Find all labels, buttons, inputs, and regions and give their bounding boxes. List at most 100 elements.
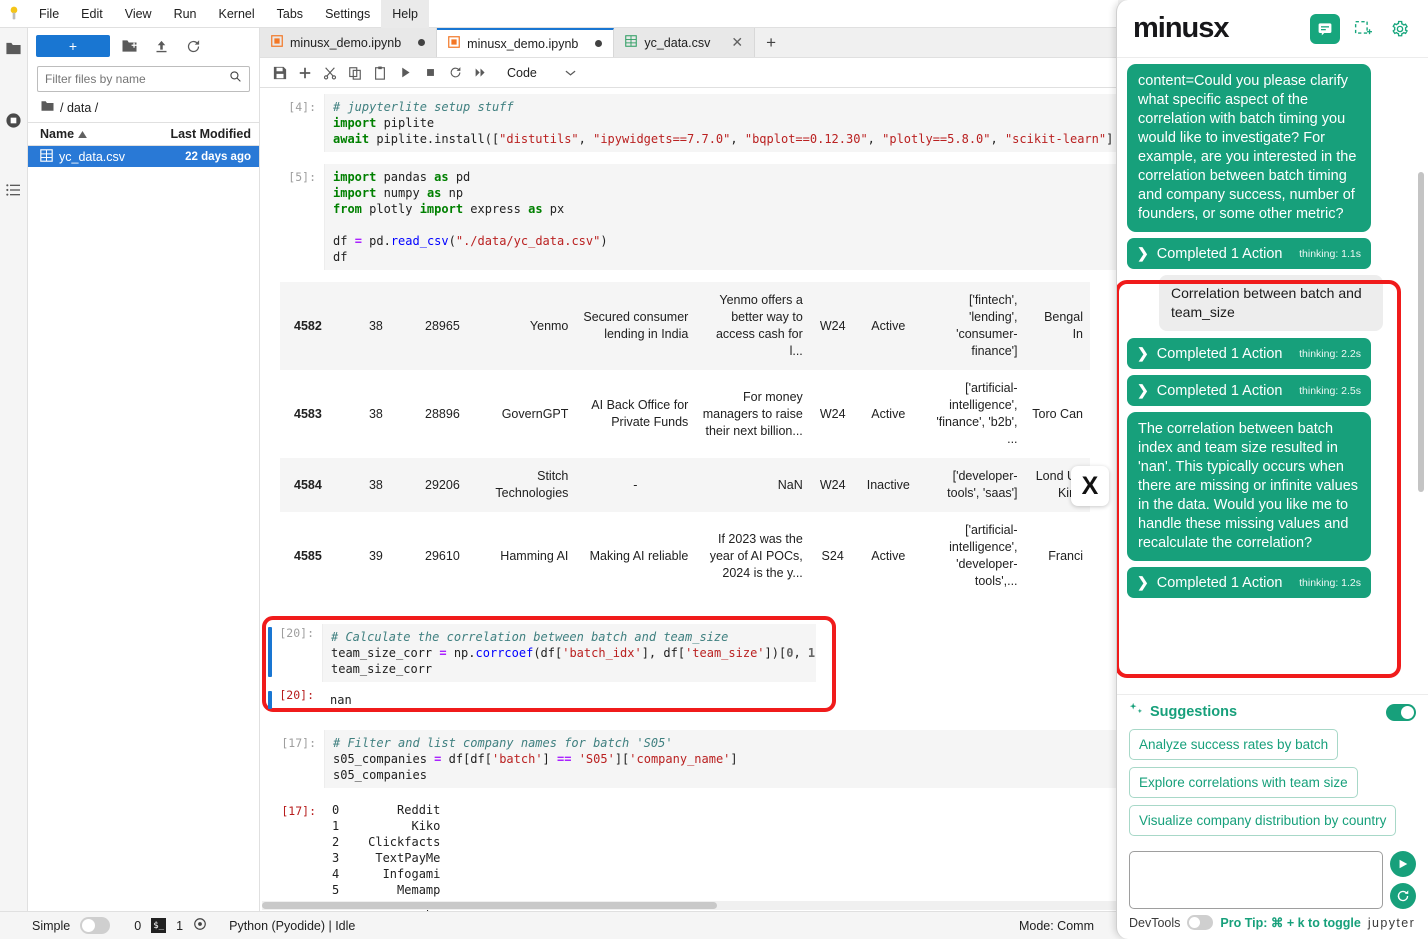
kernel-icon[interactable] xyxy=(193,917,207,934)
column-header-name-label: Name xyxy=(40,127,75,141)
menu-item-settings[interactable]: Settings xyxy=(314,0,381,28)
cell-company-name: Yenmo xyxy=(529,318,569,333)
csv-file-icon xyxy=(625,35,638,50)
notebook-toolbar: Code xyxy=(260,58,1118,88)
filter-files-input[interactable] xyxy=(45,72,225,86)
suggestions-toggle[interactable] xyxy=(1386,703,1416,721)
upload-icon[interactable] xyxy=(148,35,174,57)
copy-icon[interactable] xyxy=(344,62,366,84)
table-row[interactable]: 4584 38 29206 Stitch Technologies - NaN … xyxy=(280,458,1090,512)
insert-cell-icon[interactable] xyxy=(294,62,316,84)
paste-icon[interactable] xyxy=(369,62,391,84)
action-summary-row[interactable]: ❯ Completed 1 Action thinking: 2.2s xyxy=(1127,338,1371,369)
table-row[interactable]: 4582 38 28965 Yenmo Secured consumer len… xyxy=(280,282,1090,370)
cell-source[interactable]: # Filter and list company names for batc… xyxy=(324,730,1118,788)
reset-circular-icon[interactable] xyxy=(1390,883,1416,909)
unsaved-dot-icon[interactable] xyxy=(418,39,426,46)
unsaved-dot-icon[interactable] xyxy=(595,40,603,47)
run-icon[interactable] xyxy=(394,62,416,84)
minusx-chat-log[interactable]: content=Could you please clarify what sp… xyxy=(1117,58,1428,694)
simple-mode-toggle[interactable] xyxy=(80,917,111,934)
horizontal-scrollbar[interactable] xyxy=(262,901,1118,910)
output-prompt: [20]: xyxy=(279,688,314,702)
menu-item-run[interactable]: Run xyxy=(163,0,208,28)
notebook-cell-17[interactable]: [17]: # Filter and list company names fo… xyxy=(260,730,1118,788)
chat-icon[interactable] xyxy=(1310,13,1340,44)
menu-item-edit[interactable]: Edit xyxy=(70,0,114,28)
commands-list-icon[interactable] xyxy=(4,180,24,200)
table-row[interactable]: 4583 38 28896 GovernGPT AI Back Office f… xyxy=(280,370,1090,458)
cell-one-liner: AI Back Office for Private Funds xyxy=(591,398,689,429)
cell-source[interactable]: # Calculate the correlation between batc… xyxy=(322,624,816,682)
cell-status: Active xyxy=(871,548,906,563)
new-folder-icon[interactable] xyxy=(116,35,142,57)
tab-yc-data-csv[interactable]: yc_data.csv ✕ xyxy=(614,28,756,57)
sort-ascending-icon xyxy=(78,127,87,141)
action-summary-row[interactable]: ❯ Completed 1 Action thinking: 1.1s xyxy=(1127,238,1371,269)
menu-item-kernel[interactable]: Kernel xyxy=(208,0,266,28)
minusx-input-area xyxy=(1117,847,1428,915)
menu-item-help[interactable]: Help xyxy=(381,0,429,28)
terminal-icon[interactable]: $_ xyxy=(151,918,167,933)
notebook-icon xyxy=(271,35,283,50)
assistant-message: content=Could you please clarify what sp… xyxy=(1127,64,1371,232)
chat-input[interactable] xyxy=(1129,851,1383,909)
cell-batch-idx: 39 xyxy=(368,548,383,563)
action-label: Completed 1 Action xyxy=(1156,245,1283,262)
breadcrumb[interactable]: / data / xyxy=(28,92,259,122)
cell-output: nan xyxy=(330,693,352,707)
cell-long-description: For money managers to raise their next b… xyxy=(702,389,803,438)
chat-scrollbar[interactable] xyxy=(1418,64,1426,688)
cell-source[interactable]: # jupyterlite setup stuff import piplite… xyxy=(324,94,1118,152)
suggestion-button-1[interactable]: Analyze success rates by batch xyxy=(1129,729,1339,760)
notebook-cell-5[interactable]: [5]: import pandas as pd import numpy as… xyxy=(260,164,1118,270)
cell-prompt: [5]: xyxy=(288,170,316,184)
send-play-icon[interactable] xyxy=(1390,851,1416,877)
horizontal-scrollbar-thumb[interactable] xyxy=(262,902,717,909)
column-header-last-modified[interactable]: Last Modified xyxy=(161,127,259,141)
chat-scrollbar-thumb[interactable] xyxy=(1418,172,1424,492)
new-tab-button[interactable]: + xyxy=(755,28,787,57)
cell-type-select[interactable]: Code xyxy=(507,66,576,80)
suggestion-button-2[interactable]: Explore correlations with team size xyxy=(1129,767,1358,798)
restart-icon[interactable] xyxy=(444,62,466,84)
file-name: yc_data.csv xyxy=(59,149,126,164)
table-row[interactable]: 4585 39 29610 Hamming AI Making AI relia… xyxy=(280,512,1090,600)
close-icon[interactable]: ✕ xyxy=(731,34,743,51)
notebook-scroll-region[interactable]: [4]: # jupyterlite setup stuff import pi… xyxy=(260,88,1118,911)
stop-icon[interactable] xyxy=(419,62,441,84)
menu-item-tabs[interactable]: Tabs xyxy=(266,0,314,28)
cell-long-description: If 2023 was the year of AI POCs, 2024 is… xyxy=(709,531,803,580)
action-label: Completed 1 Action xyxy=(1156,574,1283,591)
minusx-header: minusx xyxy=(1117,0,1428,58)
notebook-cell-20[interactable]: [20]: # Calculate the correlation betwee… xyxy=(260,616,1118,682)
tab-minusx-demo-1[interactable]: minusx_demo.ipynb xyxy=(260,28,438,57)
new-launcher-button[interactable]: + xyxy=(36,35,110,57)
cell-type-value: Code xyxy=(507,65,537,80)
cell-company-name: Hamming AI xyxy=(500,548,569,563)
restart-run-all-icon[interactable] xyxy=(469,62,491,84)
running-terminals-icon[interactable] xyxy=(4,110,24,130)
filter-files-field[interactable] xyxy=(37,66,250,92)
column-header-name[interactable]: Name xyxy=(28,127,161,141)
cut-icon[interactable] xyxy=(319,62,341,84)
select-region-icon[interactable] xyxy=(1349,15,1377,43)
devtools-toggle[interactable] xyxy=(1187,915,1214,930)
menu-item-file[interactable]: File xyxy=(28,0,70,28)
cell-source[interactable]: import pandas as pd import numpy as np f… xyxy=(324,164,1118,270)
suggestion-button-3[interactable]: Visualize company distribution by countr… xyxy=(1129,805,1397,836)
notebook-cell-20-output: [20]: nan xyxy=(260,688,1118,712)
folder-icon[interactable] xyxy=(4,38,24,58)
action-summary-row[interactable]: ❯ Completed 1 Action thinking: 2.5s xyxy=(1127,375,1371,406)
gear-icon[interactable] xyxy=(1386,15,1414,43)
cell-tags: ['developer-tools', 'saas'] xyxy=(947,469,1018,500)
minusx-floating-badge[interactable]: X xyxy=(1071,466,1109,506)
list-item[interactable]: yc_data.csv 22 days ago xyxy=(28,146,259,167)
notebook-cell-4[interactable]: [4]: # jupyterlite setup stuff import pi… xyxy=(260,94,1118,152)
file-list-header: Name Last Modified xyxy=(28,122,259,146)
menu-item-view[interactable]: View xyxy=(114,0,163,28)
tab-minusx-demo-2[interactable]: minusx_demo.ipynb xyxy=(437,28,615,57)
refresh-icon[interactable] xyxy=(180,35,206,57)
save-icon[interactable] xyxy=(269,62,291,84)
action-summary-row[interactable]: ❯ Completed 1 Action thinking: 1.2s xyxy=(1127,567,1371,598)
